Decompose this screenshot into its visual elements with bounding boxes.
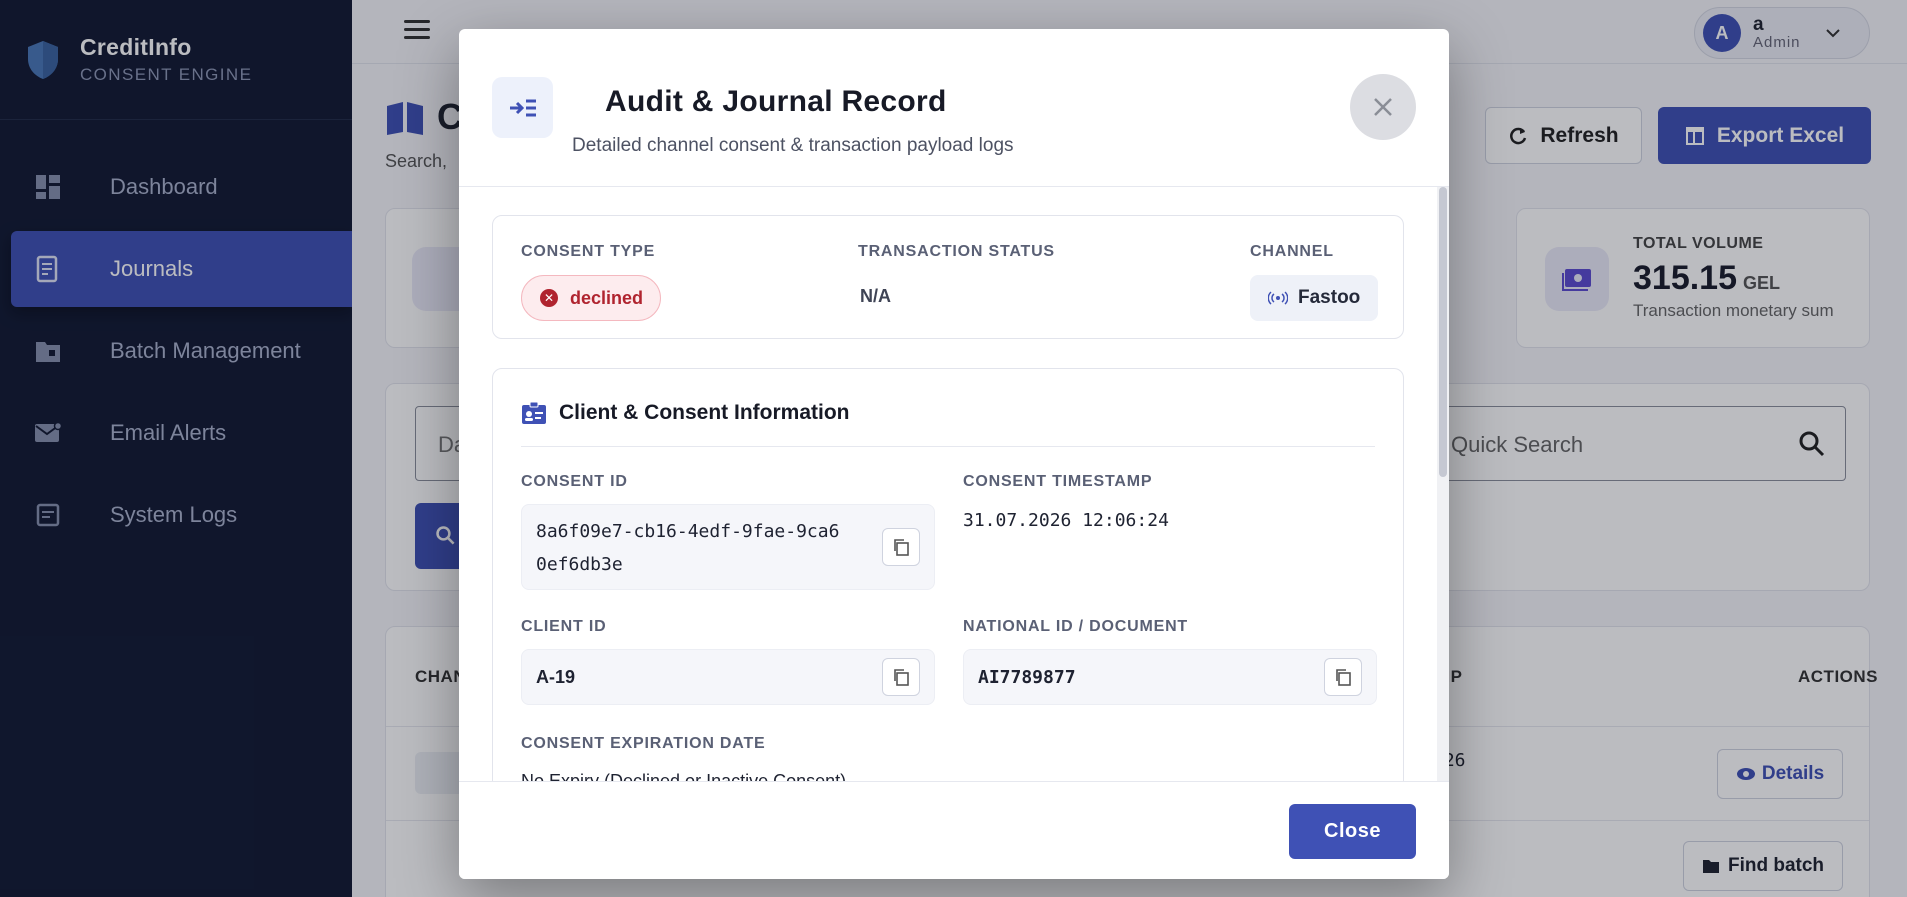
client-id-value: A-19 [536, 667, 576, 687]
modal-footer: Close [459, 781, 1449, 879]
copy-client-id-button[interactable] [882, 658, 920, 696]
close-button[interactable]: Close [1289, 804, 1416, 859]
national-id-field: AI7789877 [963, 649, 1377, 705]
copy-consent-id-button[interactable] [882, 528, 920, 566]
divider [521, 446, 1375, 447]
consent-timestamp-label: CONSENT TIMESTAMP [963, 473, 1153, 490]
transaction-status-label: TRANSACTION STATUS [858, 243, 1055, 260]
broadcast-icon [1268, 291, 1288, 305]
consent-type-value: declined [570, 287, 644, 308]
client-id-field: A-19 [521, 649, 935, 705]
copy-icon [894, 669, 909, 686]
modal-title: Audit & Journal Record [605, 85, 947, 118]
copy-icon [1336, 669, 1351, 686]
consent-id-line2: 0ef6db3e [536, 554, 623, 575]
expiration-value: No Expiry (Declined or Inactive Consent) [521, 771, 847, 781]
consent-id-label: CONSENT ID [521, 473, 628, 490]
national-id-value: AI7789877 [978, 667, 1076, 688]
national-id-label: NATIONAL ID / DOCUMENT [963, 618, 1188, 635]
copy-icon [894, 539, 909, 556]
client-consent-section: Client & Consent Information CONSENT ID … [492, 368, 1404, 781]
modal-header: Audit & Journal Record Detailed channel … [459, 29, 1449, 187]
id-card-icon [522, 401, 546, 424]
modal-body[interactable]: CONSENT TYPE ✕ declined TRANSACTION STAT… [459, 187, 1449, 781]
scrollbar-thumb[interactable] [1439, 187, 1447, 477]
modal-subtitle: Detailed channel consent & transaction p… [572, 135, 1014, 156]
consent-type-badge: ✕ declined [521, 275, 661, 321]
expiration-label: CONSENT EXPIRATION DATE [521, 735, 766, 752]
audit-journal-modal: Audit & Journal Record Detailed channel … [459, 29, 1449, 879]
channel-value: Fastoo [1298, 287, 1361, 308]
transaction-status-value: N/A [860, 286, 891, 306]
modal-close-icon-button[interactable] [1350, 74, 1416, 140]
consent-type-label: CONSENT TYPE [521, 243, 656, 260]
section-title: Client & Consent Information [559, 401, 850, 424]
consent-id-line1: 8a6f09e7-cb16-4edf-9fae-9ca6 [536, 521, 840, 542]
x-circle-icon: ✕ [540, 289, 558, 307]
channel-chip: Fastoo [1250, 275, 1378, 321]
copy-national-id-button[interactable] [1324, 658, 1362, 696]
summary-box: CONSENT TYPE ✕ declined TRANSACTION STAT… [492, 215, 1404, 339]
consent-timestamp-value: 31.07.2026 12:06:24 [963, 510, 1169, 531]
indent-icon [492, 77, 553, 138]
close-icon [1374, 98, 1392, 116]
client-id-label: CLIENT ID [521, 618, 607, 635]
consent-id-field: 8a6f09e7-cb16-4edf-9fae-9ca6 0ef6db3e [521, 504, 935, 590]
channel-label: CHANNEL [1250, 243, 1334, 260]
modal-scrollbar[interactable] [1437, 187, 1449, 781]
